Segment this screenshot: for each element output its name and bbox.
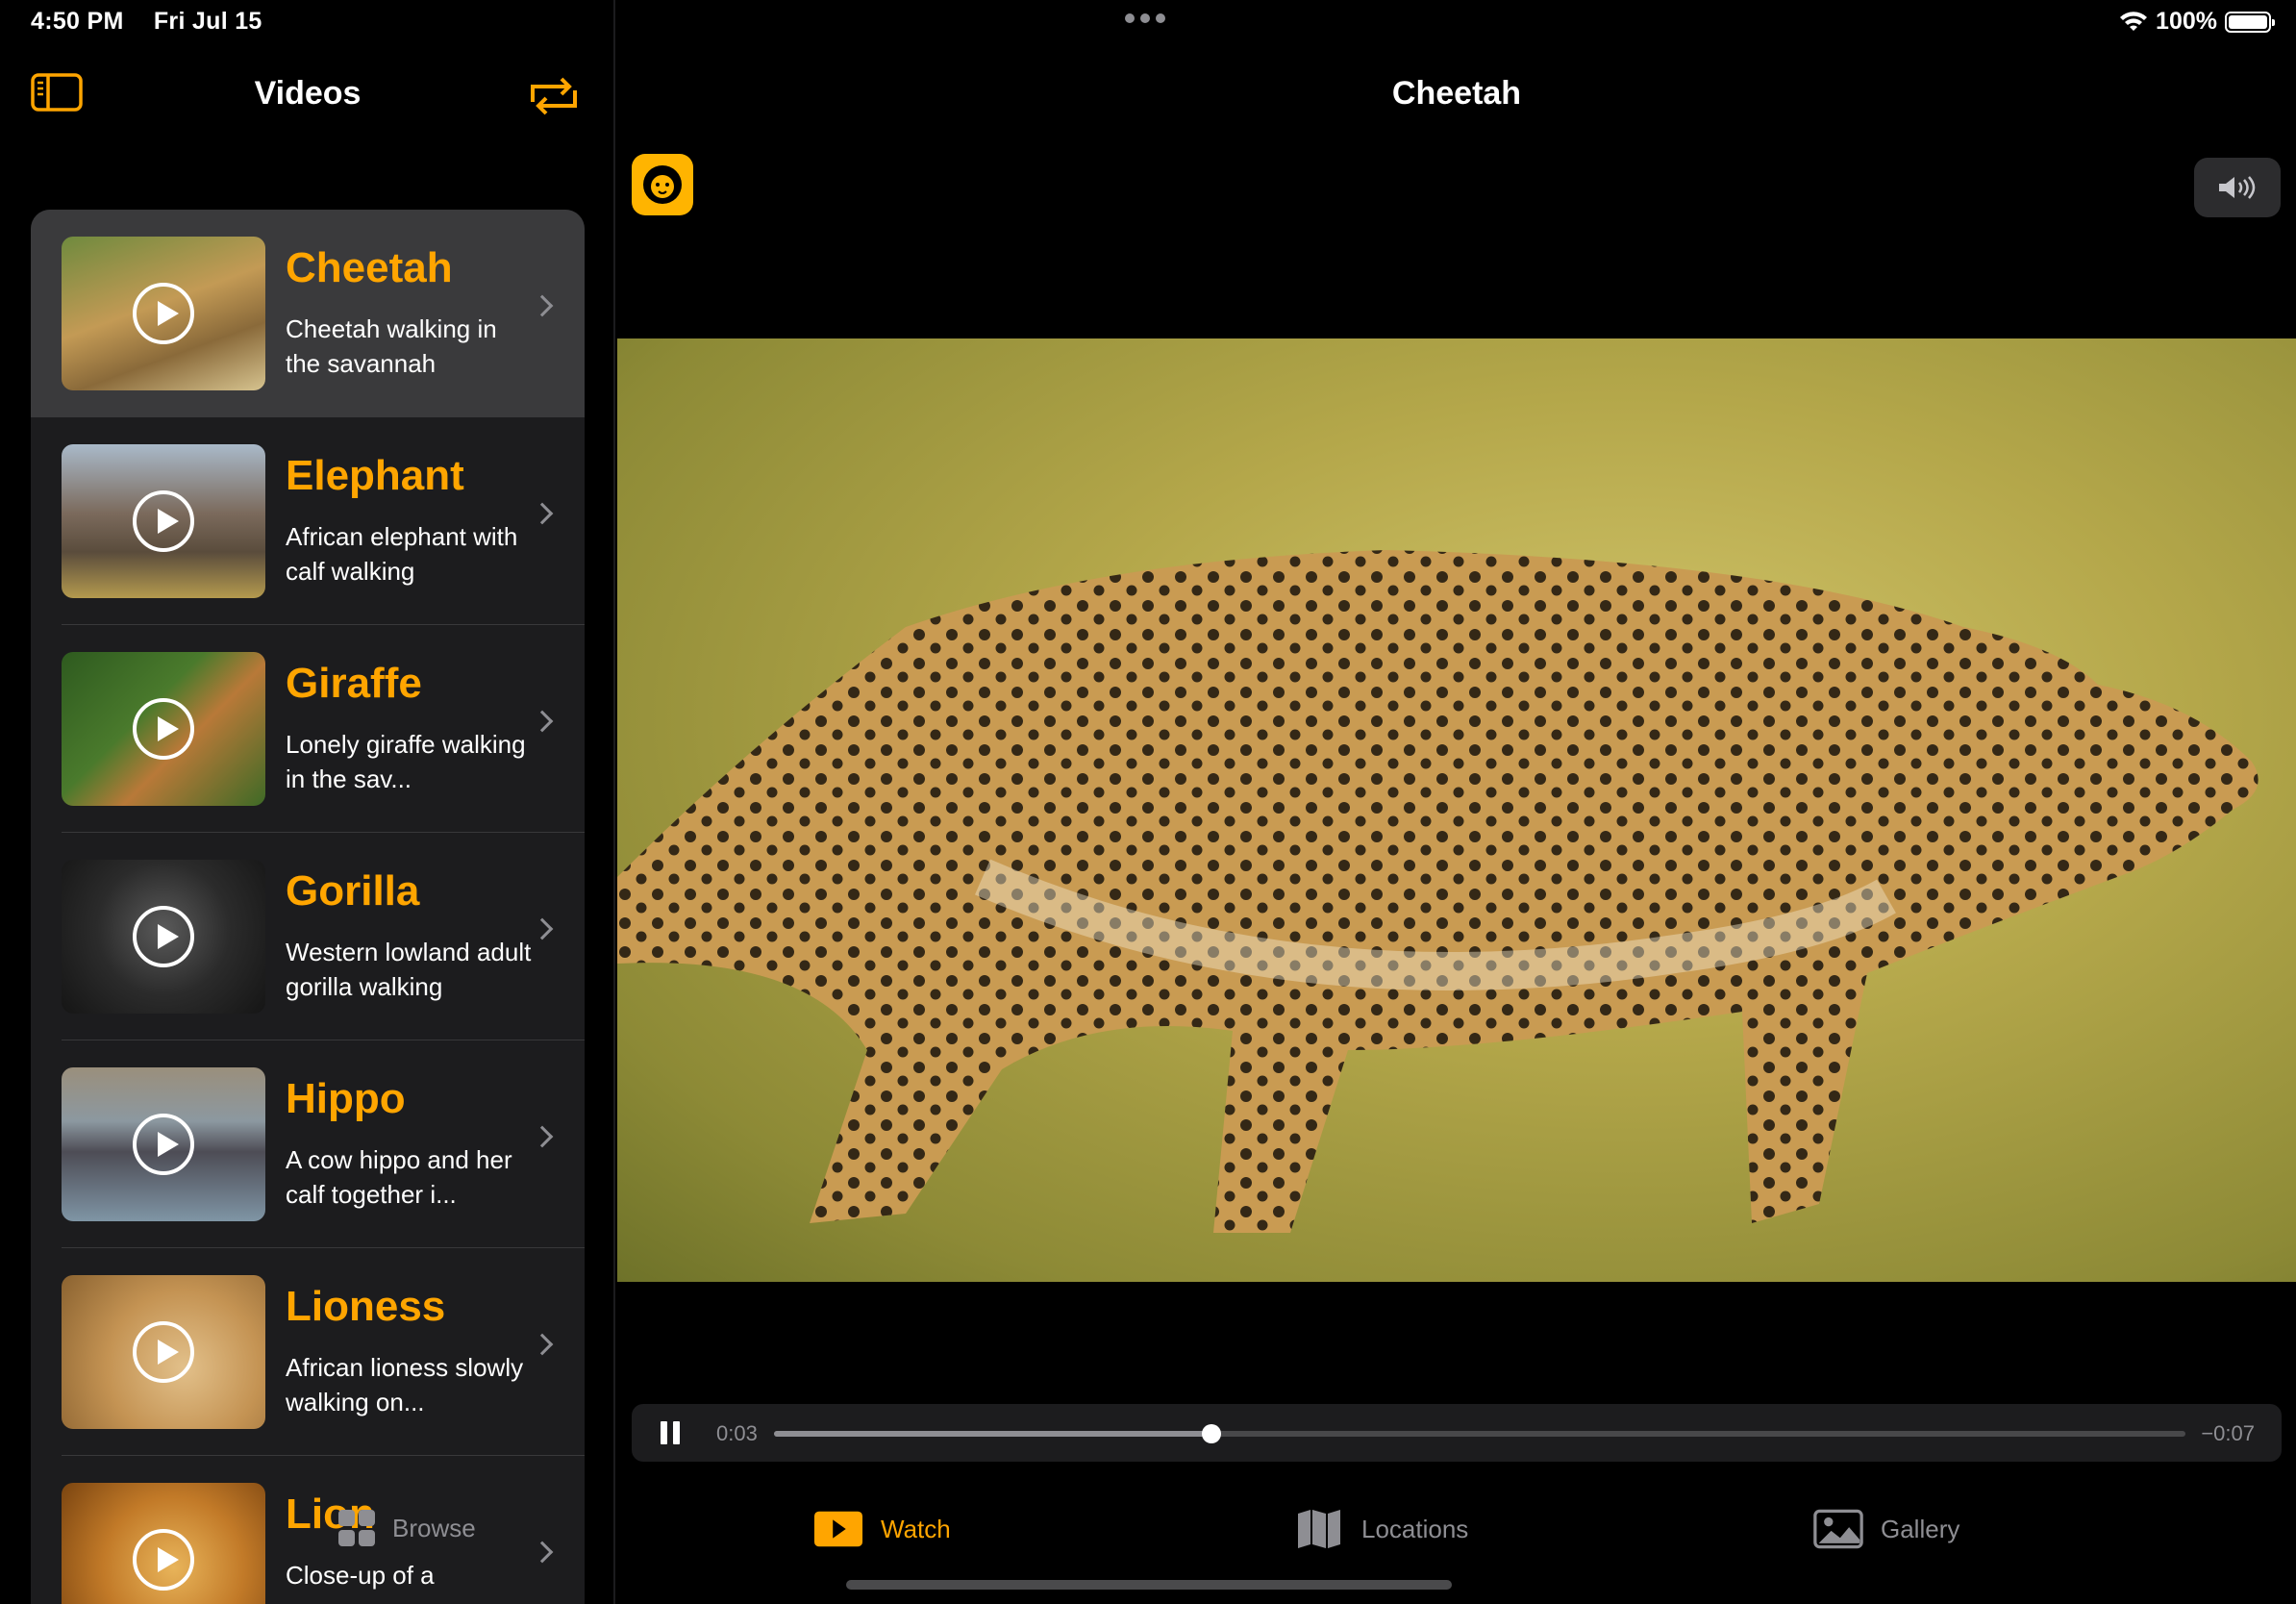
list-item-title: Gorilla: [286, 867, 420, 915]
video-thumbnail: [62, 860, 265, 1014]
list-item-giraffe[interactable]: Giraffe Lonely giraffe walking in the sa…: [31, 625, 585, 833]
tab-browse-label: Browse: [392, 1513, 476, 1542]
list-item-subtitle: A cow hippo and her calf together i...: [286, 1145, 512, 1209]
tab-locations-label: Locations: [1361, 1514, 1469, 1543]
list-item-elephant[interactable]: Elephant African elephant with calf walk…: [31, 417, 585, 625]
progress-fill: [774, 1431, 1212, 1437]
list-item-title: Giraffe: [286, 660, 422, 707]
sidebar-header: Videos: [0, 67, 615, 125]
home-indicator[interactable]: [846, 1580, 1452, 1590]
scrubber-handle[interactable]: [1202, 1424, 1222, 1443]
list-item-cheetah[interactable]: Cheetah Cheetah walking in the savannah: [31, 210, 585, 417]
remaining-time: −0:07: [2201, 1421, 2255, 1445]
grid-icon: [338, 1510, 375, 1546]
wifi-icon: [2120, 11, 2148, 31]
list-item-subtitle: African lioness slowly walking on...: [286, 1353, 524, 1416]
playback-controls: 0:03 −0:07: [632, 1404, 2282, 1462]
play-circle-icon: [133, 1529, 194, 1591]
multitasking-dots-icon[interactable]: [1125, 13, 1165, 23]
tab-gallery[interactable]: Gallery: [1813, 1504, 1959, 1554]
video-list: Cheetah Cheetah walking in the savannah …: [31, 210, 585, 1604]
play-circle-icon: [133, 1114, 194, 1175]
sidebar: Videos Cheetah Cheetah walking in the sa…: [0, 0, 615, 1604]
video-thumbnail: [62, 652, 265, 806]
list-item-lioness[interactable]: Lioness African lioness slowly walking o…: [31, 1248, 585, 1456]
video-thumbnail: [62, 1067, 265, 1221]
battery-icon: [2225, 11, 2275, 33]
speaker-icon: [2219, 176, 2256, 199]
list-item-title: Elephant: [286, 452, 464, 499]
play-circle-icon: [133, 906, 194, 967]
play-circle-icon: [133, 283, 194, 344]
list-item-lion[interactable]: Lion Close-up of a: [31, 1456, 585, 1604]
video-thumbnail: [62, 1483, 265, 1604]
page-title: Cheetah: [1391, 75, 1522, 112]
sidebar-title: Videos: [254, 75, 362, 112]
tab-watch[interactable]: Watch: [813, 1504, 951, 1554]
battery-percent: 100%: [2156, 8, 2217, 35]
tab-watch-label: Watch: [881, 1514, 951, 1543]
list-item-subtitle: Close-up of a: [286, 1561, 435, 1590]
list-item-hippo[interactable]: Hippo A cow hippo and her calf together …: [31, 1040, 585, 1248]
current-time: 0:03: [716, 1421, 758, 1445]
pause-icon[interactable]: [661, 1421, 680, 1444]
video-thumbnail: [62, 444, 265, 598]
list-item-title: Lioness: [286, 1283, 446, 1330]
photo-icon: [1813, 1508, 1863, 1550]
tab-locations[interactable]: Locations: [1294, 1504, 1468, 1554]
play-circle-icon: [133, 1321, 194, 1383]
tab-gallery-label: Gallery: [1881, 1514, 1960, 1543]
play-rectangle-icon: [813, 1508, 863, 1550]
tab-browse[interactable]: Browse: [337, 1508, 476, 1548]
list-item-subtitle: Western lowland adult gorilla walking: [286, 938, 532, 1001]
list-item-subtitle: Cheetah walking in the savannah: [286, 314, 497, 378]
repeat-icon[interactable]: [525, 73, 583, 119]
video-player[interactable]: [617, 338, 2296, 1282]
list-item-gorilla[interactable]: Gorilla Western lowland adult gorilla wa…: [31, 833, 585, 1040]
video-thumbnail: [62, 1275, 265, 1429]
video-thumbnail: [62, 237, 265, 390]
play-circle-icon: [133, 490, 194, 552]
list-item-title: Hippo: [286, 1075, 406, 1122]
list-item-title: Cheetah: [286, 244, 453, 291]
progress-scrubber[interactable]: [774, 1424, 2185, 1443]
volume-button[interactable]: [2194, 158, 2281, 217]
play-circle-icon: [133, 698, 194, 760]
status-bar-right: 100%: [2119, 8, 2275, 36]
list-item-subtitle: African elephant with calf walking: [286, 522, 518, 586]
cheetah-video-frame: [617, 550, 2259, 1233]
map-icon: [1294, 1508, 1344, 1550]
lion-logo-icon[interactable]: [632, 154, 693, 215]
list-item-subtitle: Lonely giraffe walking in the sav...: [286, 730, 526, 793]
